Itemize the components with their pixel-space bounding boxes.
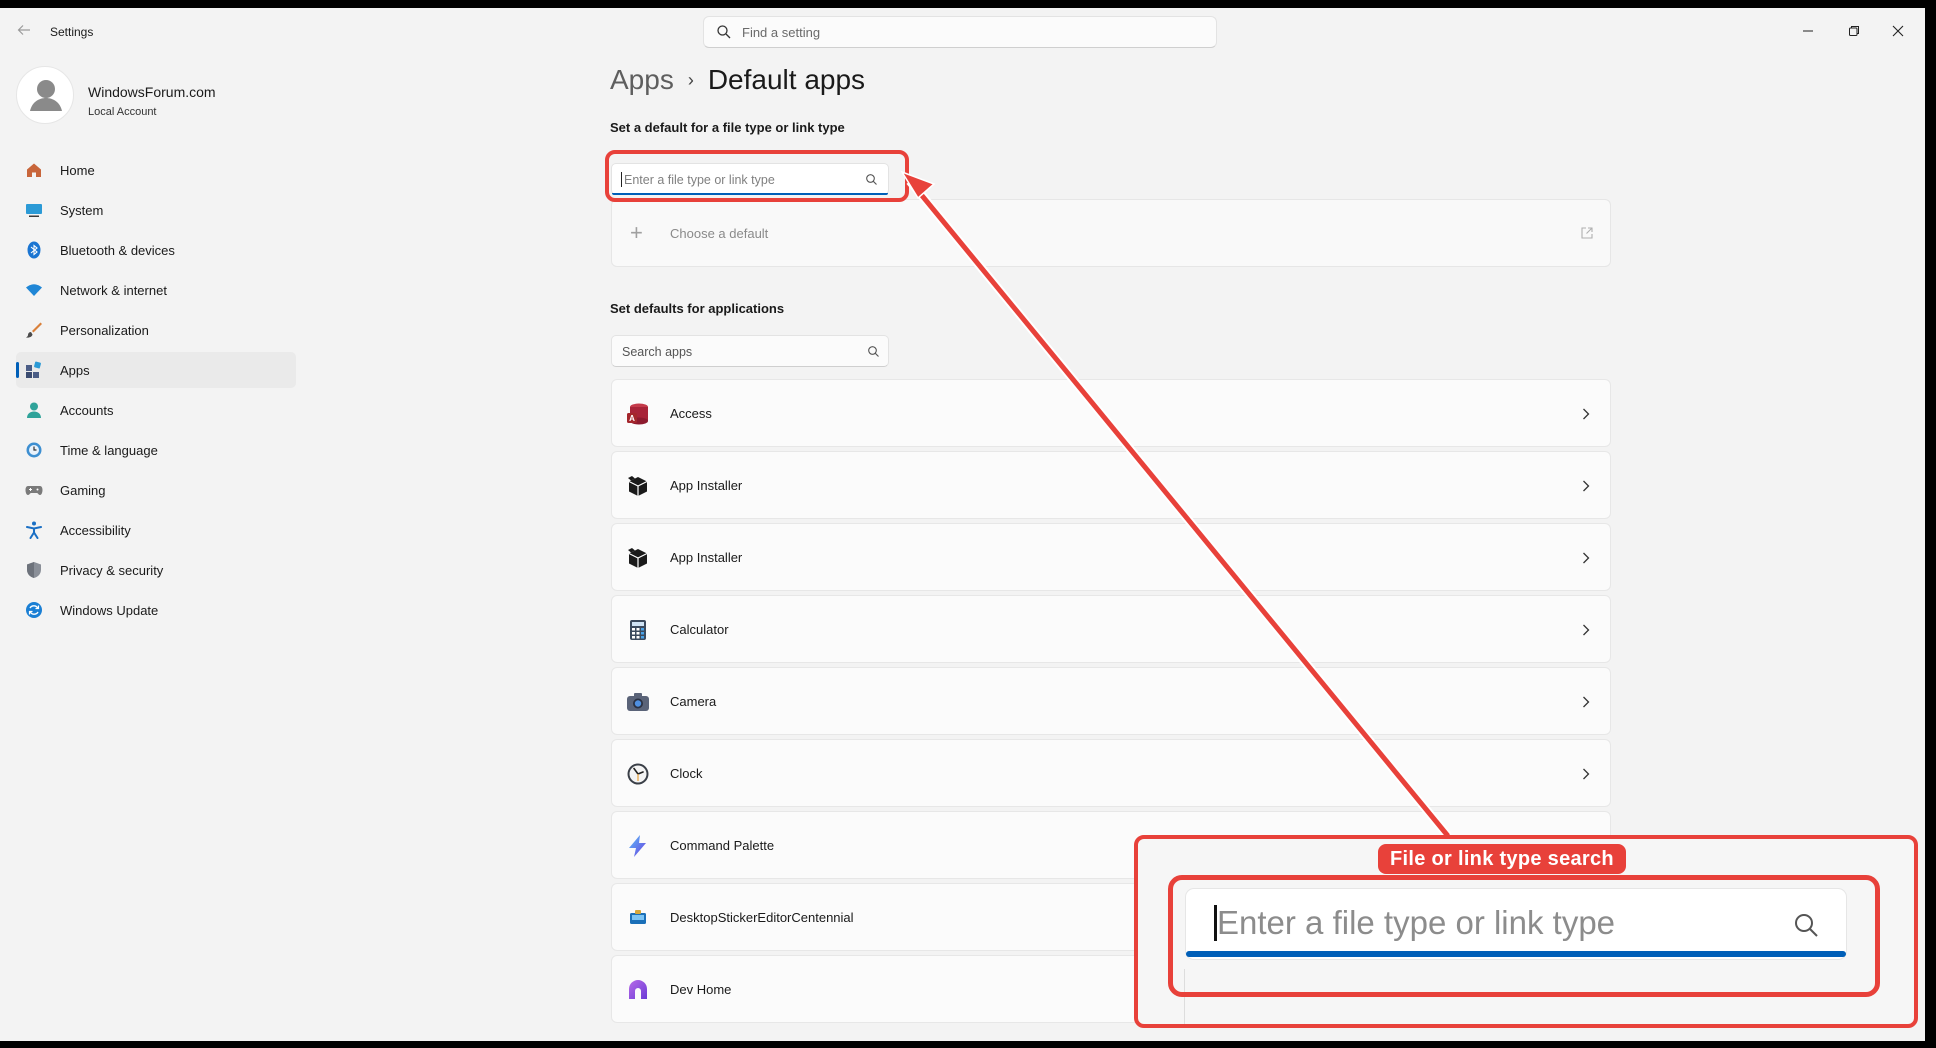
chevron-right-icon [1582, 479, 1590, 493]
restore-button[interactable] [1834, 16, 1874, 46]
sticker-editor-icon [626, 906, 650, 930]
sidebar-nav: Home System Bluetooth & devices Network … [16, 152, 296, 632]
sidebar-item-time-language[interactable]: Time & language [16, 432, 296, 468]
search-icon [716, 24, 732, 40]
file-type-heading: Set a default for a file type or link ty… [610, 120, 845, 135]
sidebar-item-windows-update[interactable]: Windows Update [16, 592, 296, 628]
breadcrumb: Apps › Default apps [610, 64, 865, 96]
app-row-camera[interactable]: Camera [611, 667, 1611, 735]
update-icon [25, 601, 43, 619]
chevron-right-icon [1582, 623, 1590, 637]
profile-account-type: Local Account [88, 106, 157, 118]
breadcrumb-separator: › [687, 69, 694, 90]
accounts-icon [25, 401, 43, 419]
search-icon [867, 345, 880, 358]
app-installer-icon [626, 546, 650, 570]
highlight-box [605, 150, 909, 202]
choose-default-label: Choose a default [670, 226, 769, 241]
close-button[interactable] [1878, 16, 1918, 46]
app-row-access[interactable]: A Access [611, 379, 1611, 447]
user-silhouette-icon [30, 80, 62, 111]
sidebar-item-accessibility[interactable]: Accessibility [16, 512, 296, 548]
sidebar-item-gaming[interactable]: Gaming [16, 472, 296, 508]
back-arrow-icon[interactable] [16, 22, 36, 42]
open-external-icon [1580, 226, 1594, 240]
brush-icon [25, 321, 43, 339]
shield-icon [25, 561, 43, 579]
command-palette-icon [626, 834, 650, 858]
sidebar-item-personalization[interactable]: Personalization [16, 312, 296, 348]
title-bar: Settings Find a setting [0, 8, 1925, 56]
chevron-right-icon [1582, 407, 1590, 421]
choose-default-card[interactable]: + Choose a default [611, 199, 1611, 267]
sidebar-item-apps[interactable]: Apps [16, 352, 296, 388]
minimize-button[interactable] [1788, 16, 1828, 46]
minimize-icon [1803, 30, 1813, 32]
access-icon: A [626, 402, 650, 426]
zoom-highlight-ring [1168, 875, 1880, 997]
gamepad-icon [25, 481, 43, 499]
annotation-label: File or link type search [1378, 844, 1626, 874]
search-apps-placeholder: Search apps [622, 345, 693, 359]
active-indicator [16, 362, 19, 378]
sidebar-item-network[interactable]: Network & internet [16, 272, 296, 308]
close-icon [1892, 25, 1904, 37]
calculator-icon [626, 618, 650, 642]
sidebar-item-privacy[interactable]: Privacy & security [16, 552, 296, 588]
sidebar-item-system[interactable]: System [16, 192, 296, 228]
sidebar-item-home[interactable]: Home [16, 152, 296, 188]
avatar [16, 66, 74, 124]
apps-defaults-heading: Set defaults for applications [610, 301, 785, 316]
home-icon [25, 161, 43, 179]
chevron-right-icon [1582, 551, 1590, 565]
plus-icon: + [630, 220, 643, 245]
sidebar-item-bluetooth[interactable]: Bluetooth & devices [16, 232, 296, 268]
app-row-clock[interactable]: Clock [611, 739, 1611, 807]
find-setting-placeholder: Find a setting [742, 25, 821, 40]
chevron-right-icon [1582, 695, 1590, 709]
clock-icon [626, 762, 650, 786]
app-row-calculator[interactable]: Calculator [611, 595, 1611, 663]
clock-globe-icon [25, 441, 43, 459]
camera-icon [626, 690, 650, 714]
system-icon [25, 201, 43, 219]
search-apps-input[interactable]: Search apps [611, 335, 889, 367]
apps-icon [25, 361, 43, 379]
restore-icon [1849, 26, 1859, 36]
dev-home-icon [626, 978, 650, 1002]
find-setting-search[interactable]: Find a setting [703, 16, 1217, 48]
page-title: Default apps [707, 64, 866, 95]
wifi-icon [25, 281, 43, 299]
app-title: Settings [50, 25, 94, 39]
accessibility-icon [25, 521, 43, 539]
breadcrumb-apps-link[interactable]: Apps [610, 64, 674, 96]
profile-name: WindowsForum.com [88, 84, 216, 100]
sidebar-item-accounts[interactable]: Accounts [16, 392, 296, 428]
app-row-app-installer[interactable]: App Installer [611, 451, 1611, 519]
svg-text:A: A [629, 414, 635, 423]
bluetooth-icon [25, 241, 43, 259]
chevron-right-icon [1582, 767, 1590, 781]
app-row-app-installer[interactable]: App Installer [611, 523, 1611, 591]
app-installer-icon [626, 474, 650, 498]
